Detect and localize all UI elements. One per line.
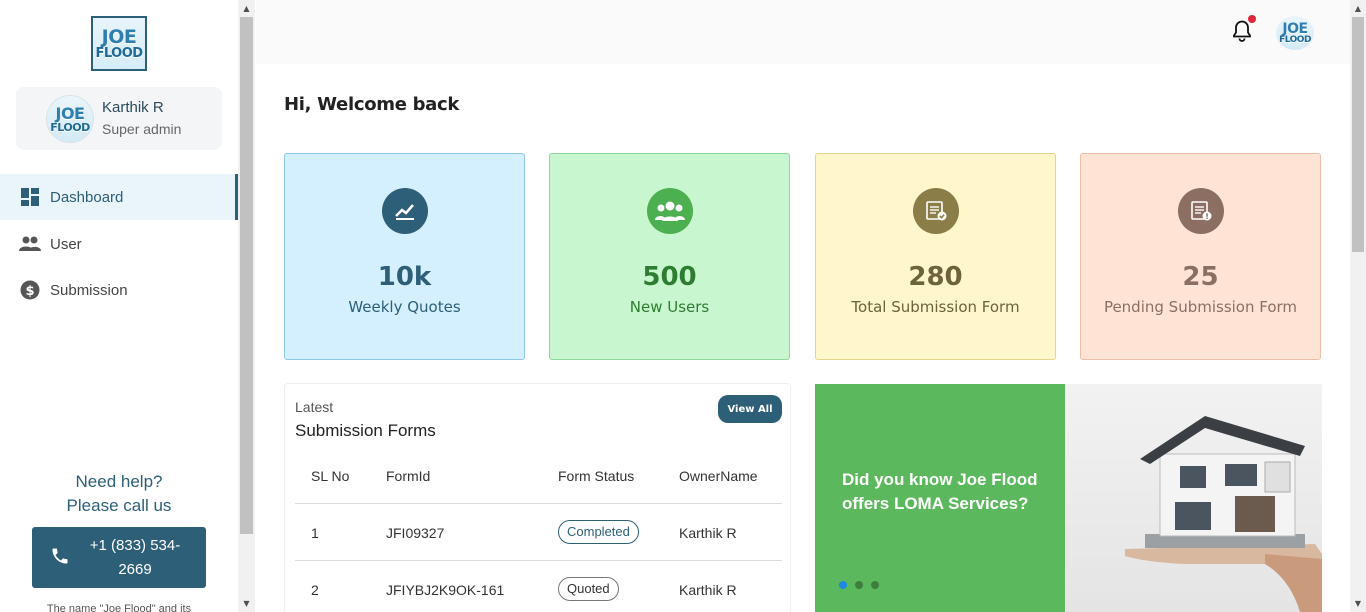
row-divider: [295, 560, 782, 561]
stat-label: Weekly Quotes: [348, 298, 461, 316]
brand-logo[interactable]: JOE FLOOD: [91, 16, 147, 71]
latest-submissions-panel: Latest Submission Forms View All SL No F…: [284, 383, 791, 612]
stat-value: 25: [1182, 262, 1219, 292]
status-badge: Completed: [558, 520, 639, 544]
stat-card-weekly-quotes[interactable]: 10k Weekly Quotes: [284, 153, 525, 360]
phone-number-line1: +1 (833) 534-: [89, 536, 181, 554]
topbar: JOE FLOOD: [256, 0, 1350, 64]
main-content: JOE FLOOD Hi, Welcome back 10k Weekly Qu…: [256, 0, 1350, 612]
scrollbar-thumb[interactable]: [240, 17, 253, 534]
bell-icon: [1233, 20, 1251, 42]
logo-line1: JOE: [101, 25, 137, 48]
column-header-form-id: FormId: [386, 468, 431, 484]
status-badge: Quoted: [558, 577, 619, 601]
carousel-dot[interactable]: [839, 581, 847, 589]
scroll-up-arrow-icon[interactable]: ▲: [1350, 0, 1366, 17]
sidebar-item-label: User: [50, 235, 82, 253]
scrollbar-thumb[interactable]: [1352, 17, 1364, 252]
house-in-hand-image: [1065, 384, 1322, 612]
stat-value: 280: [908, 262, 963, 292]
svg-text:$: $: [25, 284, 34, 299]
notification-dot: [1248, 15, 1256, 23]
profile-name: Karthik R: [102, 99, 164, 116]
users-icon: [19, 233, 41, 255]
page-title: Hi, Welcome back: [284, 94, 460, 115]
promo-carousel[interactable]: Did you know Joe Flood offers LOMA Servi…: [815, 384, 1322, 612]
call-button[interactable]: +1 (833) 534- 2669: [32, 527, 206, 588]
phone-icon: [50, 546, 72, 570]
stat-value: 10k: [377, 262, 432, 292]
cell-form-id[interactable]: JFI09327: [386, 525, 444, 541]
carousel-dot[interactable]: [855, 581, 863, 589]
avatar: JOE FLOOD: [46, 95, 94, 143]
dashboard-icon: [19, 186, 41, 208]
help-subtitle: Please call us: [66, 496, 172, 515]
form-pending-icon: [1178, 188, 1224, 234]
cell-form-id[interactable]: JFIYBJ2K9OK-161: [386, 582, 504, 598]
avatar-line1: JOE: [55, 103, 85, 123]
scroll-down-arrow-icon[interactable]: ▼: [1350, 595, 1366, 612]
trend-chart-icon: [382, 188, 428, 234]
dollar-icon: $: [19, 279, 41, 301]
top-avatar-line2: FLOOD: [1279, 34, 1311, 45]
sidebar: JOE FLOOD JOE FLOOD Karthik R Super admi…: [0, 0, 238, 612]
sidebar-item-dashboard[interactable]: Dashboard: [0, 174, 238, 220]
scroll-up-arrow-icon[interactable]: ▲: [238, 0, 255, 17]
sidebar-item-label: Dashboard: [50, 188, 124, 206]
stat-card-total-submission[interactable]: 280 Total Submission Form: [815, 153, 1056, 360]
cell-sl-no: 2: [311, 582, 319, 598]
stat-label: Pending Submission Form: [1103, 298, 1298, 316]
avatar-line2: FLOOD: [50, 120, 90, 134]
carousel-dots: [839, 581, 879, 589]
users-group-icon: [647, 188, 693, 234]
promo-panel: Did you know Joe Flood offers LOMA Servi…: [815, 384, 1065, 612]
stat-card-new-users[interactable]: 500 New Users: [549, 153, 790, 360]
cell-owner-name: Karthik R: [679, 525, 737, 541]
row-divider: [295, 503, 782, 504]
top-avatar-line1: JOE: [1282, 20, 1308, 37]
panel-title: Submission Forms: [295, 421, 436, 440]
profile-card: JOE FLOOD Karthik R Super admin: [16, 87, 222, 150]
stat-card-pending-submission[interactable]: 25 Pending Submission Form: [1080, 153, 1321, 360]
notification-bell[interactable]: [1232, 15, 1256, 44]
form-check-icon: [913, 188, 959, 234]
view-all-button[interactable]: View All: [718, 395, 782, 423]
carousel-dot[interactable]: [871, 581, 879, 589]
footer-note: The name "Joe Flood" and its: [46, 603, 192, 612]
sidebar-item-user[interactable]: User: [0, 221, 238, 267]
logo-line2: FLOOD: [95, 45, 143, 61]
sidebar-item-submission[interactable]: $ Submission: [0, 267, 238, 313]
sidebar-item-label: Submission: [50, 281, 128, 299]
panel-subtitle: Latest: [295, 399, 334, 415]
stat-value: 500: [642, 262, 697, 292]
cell-sl-no: 1: [311, 525, 319, 541]
scroll-down-arrow-icon[interactable]: ▼: [238, 595, 255, 612]
help-title: Need help?: [75, 472, 163, 491]
sidebar-scrollbar[interactable]: ▲ ▼: [238, 0, 255, 612]
cell-owner-name: Karthik R: [679, 582, 737, 598]
phone-number: +1 (833) 534- 2669: [80, 534, 190, 582]
stat-label: Total Submission Form: [851, 298, 1020, 316]
column-header-form-status: Form Status: [558, 468, 635, 484]
column-header-sl-no: SL No: [311, 468, 350, 484]
promo-text: Did you know Joe Flood offers LOMA Servi…: [842, 470, 1038, 513]
stat-label: New Users: [629, 298, 710, 316]
column-header-owner-name: OwnerName: [679, 468, 758, 484]
user-avatar[interactable]: JOE FLOOD: [1276, 16, 1314, 50]
page-scrollbar[interactable]: ▲ ▼: [1350, 0, 1366, 612]
phone-number-line2: 2669: [118, 560, 152, 578]
profile-role: Super admin: [102, 121, 182, 137]
